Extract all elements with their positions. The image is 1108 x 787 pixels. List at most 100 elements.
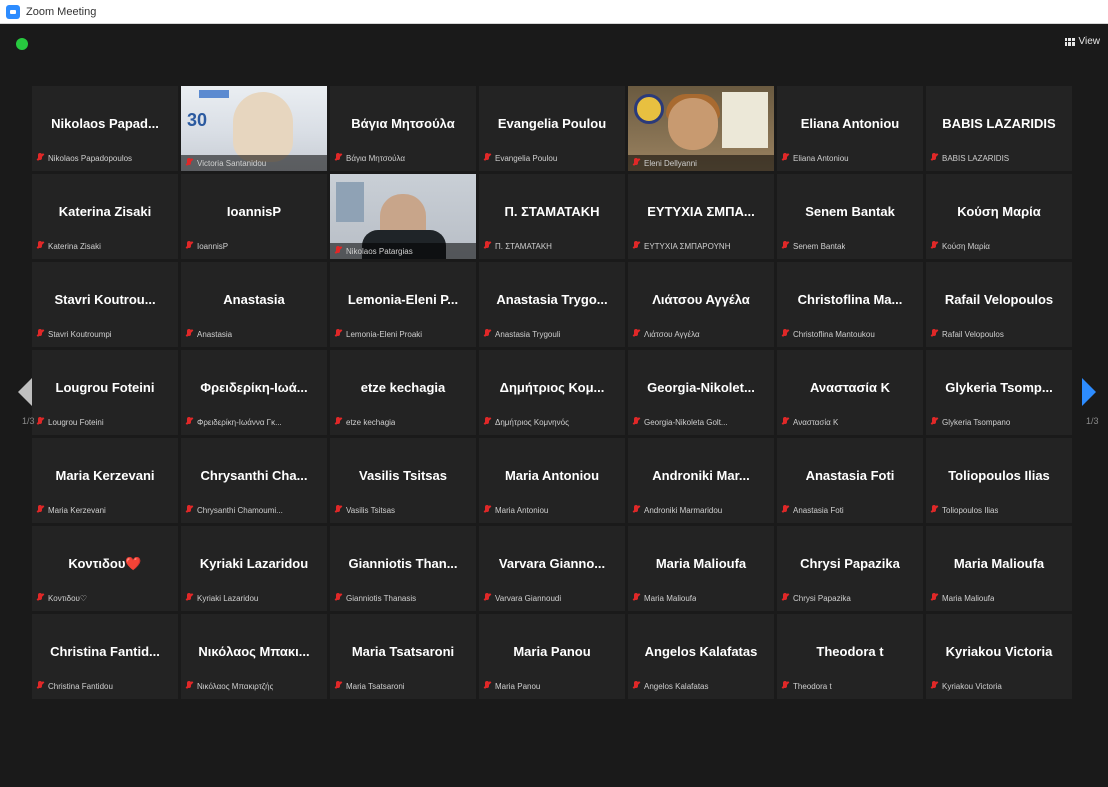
participant-name-bar: Λιάτσου Αγγέλα — [632, 327, 770, 341]
participant-tile[interactable]: Androniki Mar... Androniki Marmaridou — [628, 438, 774, 523]
muted-mic-icon — [36, 328, 44, 340]
muted-mic-icon — [632, 157, 640, 169]
muted-mic-icon — [185, 680, 193, 692]
muted-mic-icon — [632, 328, 640, 340]
participant-tile[interactable]: Christina Fantid... Christina Fantidou — [32, 614, 178, 699]
participant-tile[interactable]: Rafail Velopoulos Rafail Velopoulos — [926, 262, 1072, 347]
participant-tile[interactable]: Eleni Dellyanni — [628, 86, 774, 171]
participant-tile[interactable]: Kyriaki Lazaridou Kyriaki Lazaridou — [181, 526, 327, 611]
participant-name-bar: Π. ΣΤΑΜΑΤΑΚΗ — [483, 239, 621, 253]
participant-display-name: Christina Fantid... — [50, 644, 160, 659]
participant-tile[interactable]: Αναστασία Κ Αναστασία Κ — [777, 350, 923, 435]
participant-name-bar: Varvara Giannoudi — [483, 591, 621, 605]
participant-display-name: Evangelia Poulou — [497, 116, 607, 131]
participant-name-bar: IoannisP — [185, 239, 323, 253]
participant-tile[interactable]: Varvara Gianno... Varvara Giannoudi — [479, 526, 625, 611]
participant-tile[interactable]: Katerina Zisaki Katerina Zisaki — [32, 174, 178, 259]
participant-name-label: Senem Bantak — [793, 241, 846, 251]
participant-tile[interactable]: BABIS LAZARIDIS BABIS LAZARIDIS — [926, 86, 1072, 171]
participant-name-label: Φρειδερίκη-Ιωάννα Γκ... — [197, 417, 282, 427]
view-button[interactable]: View — [1064, 36, 1100, 47]
participant-tile[interactable]: etze kechagia etze kechagia — [330, 350, 476, 435]
participant-tile[interactable]: Π. ΣΤΑΜΑΤΑΚΗ Π. ΣΤΑΜΑΤΑΚΗ — [479, 174, 625, 259]
muted-mic-icon — [334, 416, 342, 428]
participant-tile[interactable]: Maria Malioufa Maria Malioufa — [926, 526, 1072, 611]
participant-display-name: Vasilis Tsitsas — [359, 468, 447, 483]
participant-tile[interactable]: Lemonia-Eleni P... Lemonia-Eleni Proaki — [330, 262, 476, 347]
participant-tile[interactable]: Evangelia Poulou Evangelia Poulou — [479, 86, 625, 171]
participant-name-label: Stavri Koutroumpi — [48, 329, 112, 339]
participant-name-bar: Αναστασία Κ — [781, 415, 919, 429]
participant-tile[interactable]: Georgia-Nikolet... Georgia-Nikoleta Golt.… — [628, 350, 774, 435]
participant-name-label: Rafail Velopoulos — [942, 329, 1004, 339]
participant-tile[interactable]: Senem Bantak Senem Bantak — [777, 174, 923, 259]
participant-tile[interactable]: Λιάτσου Αγγέλα Λιάτσου Αγγέλα — [628, 262, 774, 347]
muted-mic-icon — [781, 240, 789, 252]
participant-name-label: Katerina Zisaki — [48, 241, 101, 251]
participant-name-bar: Anastasia Trygouli — [483, 327, 621, 341]
participant-tile[interactable]: Anastasia Anastasia — [181, 262, 327, 347]
muted-mic-icon — [36, 416, 44, 428]
participant-name-bar: Eleni Dellyanni — [628, 155, 774, 171]
active-speaker-tile[interactable]: Nikolaos Patargias — [330, 174, 476, 259]
security-shield-icon[interactable] — [16, 38, 28, 50]
participant-tile[interactable]: Christoflina Ma... Christoflina Mantoukou — [777, 262, 923, 347]
participant-display-name: Nikolaos Papad... — [51, 116, 159, 131]
participant-tile[interactable]: Κοντιδου❤️ Κοντιδου♡ — [32, 526, 178, 611]
participant-tile[interactable]: Chrysanthi Cha... Chrysanthi Chamoumi... — [181, 438, 327, 523]
participant-tile[interactable]: Maria Antoniou Maria Antoniou — [479, 438, 625, 523]
participant-display-name: Kyriakou Victoria — [945, 644, 1053, 659]
participant-tile[interactable]: Angelos Kalafatas Angelos Kalafatas — [628, 614, 774, 699]
participant-name-label: Nikolaos Patargias — [346, 246, 413, 256]
participant-tile[interactable]: Maria Malioufa Maria Malioufa — [628, 526, 774, 611]
participant-tile[interactable]: Anastasia Trygo... Anastasia Trygouli — [479, 262, 625, 347]
participant-name-label: Victoria Santanidou — [197, 158, 267, 168]
participant-tile[interactable]: Stavri Koutrou... Stavri Koutroumpi — [32, 262, 178, 347]
muted-mic-icon — [483, 152, 491, 164]
participant-tile[interactable]: Glykeria Tsomp... Glykeria Tsompano — [926, 350, 1072, 435]
participant-name-bar: Toliopoulos Ilias — [930, 503, 1068, 517]
participant-display-name: Christoflina Ma... — [797, 292, 903, 307]
participant-tile[interactable]: 30 Victoria Santanidou — [181, 86, 327, 171]
participant-tile[interactable]: Νικόλαος Μπακι... Νικόλαος Μπακιρτζής — [181, 614, 327, 699]
participant-name-bar: Maria Tsatsaroni — [334, 679, 472, 693]
gallery-grid: Nikolaos Papad... Nikolaos Papadopoulos 30… — [32, 86, 1072, 787]
participant-tile[interactable]: Chrysi Papazika Chrysi Papazika — [777, 526, 923, 611]
participant-tile[interactable]: Theodora t Theodora t — [777, 614, 923, 699]
participant-tile[interactable]: Φρειδερίκη-Ιωά... Φρειδερίκη-Ιωάννα Γκ... — [181, 350, 327, 435]
participant-tile[interactable]: Vasilis Tsitsas Vasilis Tsitsas — [330, 438, 476, 523]
participant-display-name: Lemonia-Eleni P... — [347, 292, 459, 307]
participant-tile[interactable]: Nikolaos Papad... Nikolaos Papadopoulos — [32, 86, 178, 171]
participant-name-label: Κοντιδου♡ — [48, 593, 88, 603]
participant-name-label: IoannisP — [197, 241, 229, 251]
participant-tile[interactable]: Eliana Antoniou Eliana Antoniou — [777, 86, 923, 171]
participant-tile[interactable]: Kyriakou Victoria Kyriakou Victoria — [926, 614, 1072, 699]
participant-name-bar: Kyriakou Victoria — [930, 679, 1068, 693]
participant-name-label: Κούση Μαρία — [942, 241, 990, 251]
participant-name-label: Lemonia-Eleni Proaki — [346, 329, 423, 339]
participant-name-label: Anastasia Foti — [793, 505, 844, 515]
participant-name-label: Βάγια Μητσούλα — [346, 153, 406, 163]
participant-tile[interactable]: Maria Panou Maria Panou — [479, 614, 625, 699]
participant-tile[interactable]: Lougrou Foteini Lougrou Foteini — [32, 350, 178, 435]
participant-tile[interactable]: Βάγια Μητσούλα Βάγια Μητσούλα — [330, 86, 476, 171]
participant-tile[interactable]: Gianniotis Than... Gianniotis Thanasis — [330, 526, 476, 611]
participant-name-label: Theodora t — [793, 681, 832, 691]
next-page-arrow-icon[interactable] — [1082, 378, 1096, 406]
title-bar: Zoom Meeting — [0, 0, 1108, 24]
participant-name-bar: etze kechagia — [334, 415, 472, 429]
participant-tile[interactable]: ΕΥΤΥΧΙΑ ΣΜΠΑ... ΕΥΤΥΧΙΑ ΣΜΠΑΡΟΥΝΗ — [628, 174, 774, 259]
participant-tile[interactable]: Δημήτριος Κομ... Δημήτριος Κομνηνός — [479, 350, 625, 435]
participant-name-bar: Christina Fantidou — [36, 679, 174, 693]
participant-tile[interactable]: IoannisP IoannisP — [181, 174, 327, 259]
muted-mic-icon — [930, 152, 938, 164]
gallery-view-icon — [1064, 37, 1075, 46]
participant-tile[interactable]: Maria Tsatsaroni Maria Tsatsaroni — [330, 614, 476, 699]
participant-tile[interactable]: Κούση Μαρία Κούση Μαρία — [926, 174, 1072, 259]
participant-name-label: Christina Fantidou — [48, 681, 113, 691]
participant-tile[interactable]: Maria Kerzevani Maria Kerzevani — [32, 438, 178, 523]
participant-name-label: BABIS LAZARIDIS — [942, 153, 1010, 163]
participant-tile[interactable]: Anastasia Foti Anastasia Foti — [777, 438, 923, 523]
participant-tile[interactable]: Toliopoulos Ilias Toliopoulos Ilias — [926, 438, 1072, 523]
previous-page-arrow-icon[interactable] — [18, 378, 32, 406]
